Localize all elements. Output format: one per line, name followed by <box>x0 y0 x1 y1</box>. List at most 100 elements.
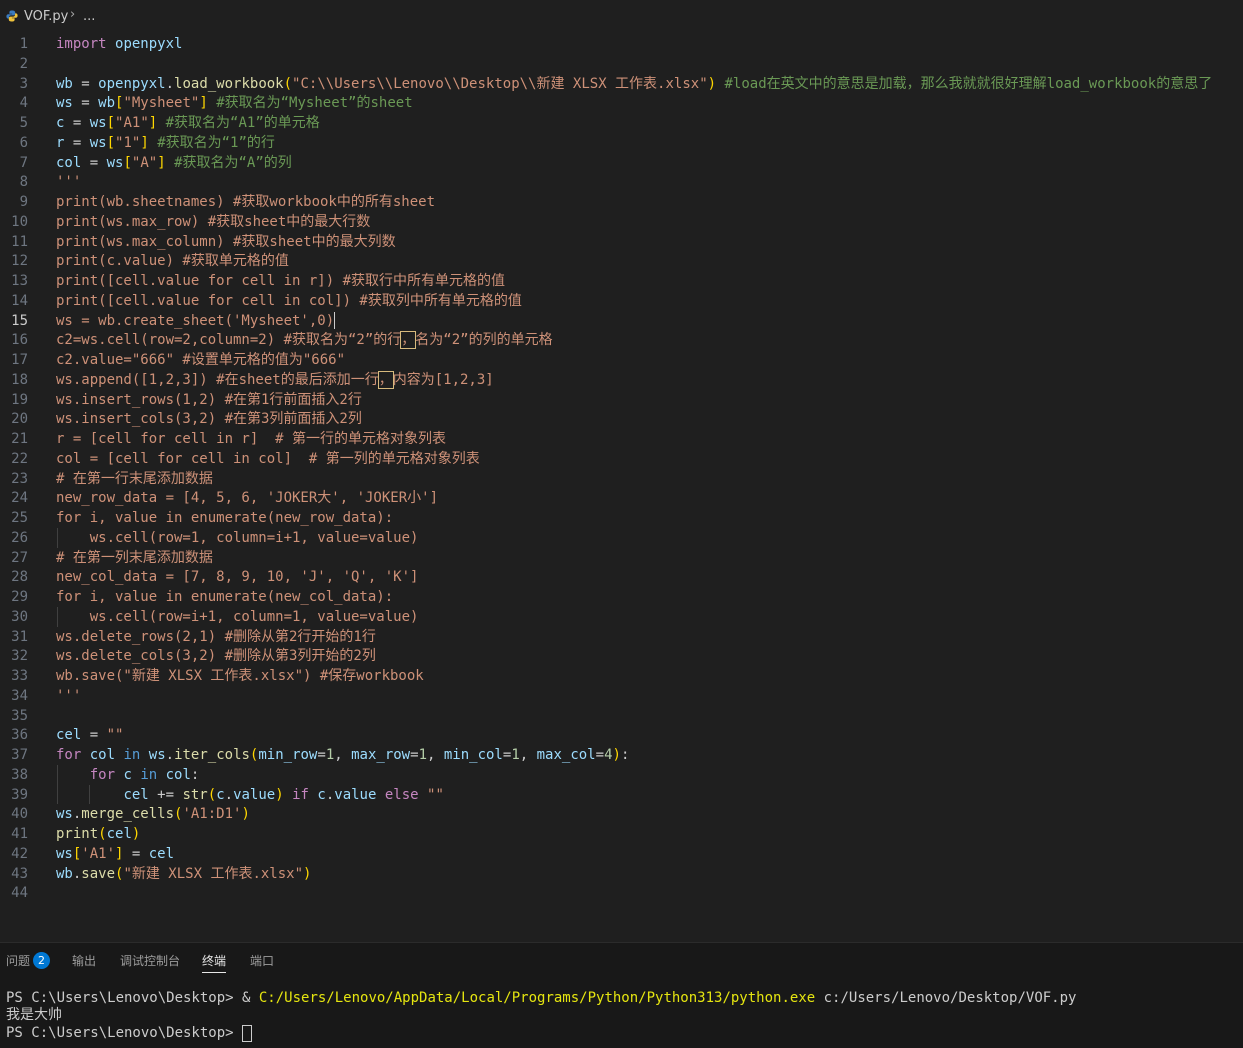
line-number: 5 <box>19 115 28 131</box>
code-token: = <box>64 134 90 151</box>
code-line[interactable]: 13 print([cell.value for cell in r]) #获取行… <box>0 271 1243 291</box>
code-text: ''' <box>56 686 81 706</box>
breadcrumb-more[interactable]: ... <box>83 9 95 24</box>
code-text: c2=ws.cell(row=2,column=2) #获取名为“2”的行，名为… <box>56 330 553 350</box>
code-line[interactable]: 44 <box>0 883 1243 903</box>
code-line[interactable]: 29 for i, value in enumerate(new_col_data… <box>0 587 1243 607</box>
code-token: print([cell.value for cell in col]) #获取列… <box>56 292 522 309</box>
code-line[interactable]: 12 print(c.value) #获取单元格的值 <box>0 251 1243 271</box>
code-line[interactable]: 41 print(cel) <box>0 824 1243 844</box>
line-number: 36 <box>11 727 28 744</box>
code-line[interactable]: 43 wb.save("新建 XLSX 工作表.xlsx") <box>0 864 1243 884</box>
code-line[interactable]: 11 print(ws.max_column) #获取sheet中的最大列数 <box>0 232 1243 252</box>
code-token: max_col <box>536 747 596 763</box>
code-line[interactable]: 5 c = ws["A1"] #获取名为“A1”的单元格 <box>0 113 1243 133</box>
code-token: c2=ws.cell(row=2,column=2) #获取名为“2”的行 <box>56 332 402 349</box>
code-line[interactable]: 14 print([cell.value for cell in col]) #获… <box>0 291 1243 311</box>
line-number: 22 <box>11 450 28 467</box>
tab-output[interactable]: 输出 <box>72 952 96 969</box>
code-line[interactable]: 2 <box>0 54 1243 74</box>
code-token: ws.delete_cols(3,2) #删除从第3列开始的2列 <box>56 648 376 665</box>
code-token: "" <box>106 727 124 744</box>
tab-terminal[interactable]: 终端 <box>202 952 227 973</box>
code-line[interactable]: 10 print(ws.max_row) #获取sheet中的最大行数 <box>0 212 1243 232</box>
code-token: ] <box>199 95 208 112</box>
code-line[interactable]: 19 ws.insert_rows(1,2) #在第1行前面插入2行 <box>0 390 1243 410</box>
tab-ports[interactable]: 端口 <box>250 952 274 969</box>
code-line[interactable]: 23 # 在第一行末尾添加数据 <box>0 469 1243 489</box>
code-line[interactable]: 6 r = ws["1"] #获取名为“1”的行 <box>0 133 1243 153</box>
tab-debug-console[interactable]: 调试控制台 <box>120 952 180 969</box>
code-line[interactable]: 31 ws.delete_rows(2,1) #删除从第2行开始的1行 <box>0 627 1243 647</box>
code-line[interactable]: 40 ws.merge_cells('A1:D1') <box>0 804 1243 824</box>
code-token: c <box>317 786 326 803</box>
code-line[interactable]: 1 import openpyxl <box>0 34 1243 54</box>
terminal-line-3[interactable]: PS C:\Users\Lenovo\Desktop> <box>6 1024 253 1042</box>
tab-problems[interactable]: 问题 <box>6 952 30 969</box>
tab-label: 调试控制台 <box>120 954 181 968</box>
code-text: wb.save("新建 XLSX 工作表.xlsx") #保存workbook <box>56 666 424 686</box>
code-line[interactable]: 36 cel = "" <box>0 725 1243 745</box>
line-number: 14 <box>11 292 28 309</box>
line-number: 2 <box>19 55 28 72</box>
line-number: 33 <box>11 668 28 684</box>
code-text: ws = wb.create_sheet('Mysheet',0) <box>56 311 336 331</box>
code-line[interactable]: 30 ws.cell(row=i+1, column=1, value=valu… <box>0 607 1243 627</box>
code-token: = <box>595 747 605 763</box>
code-text: ws['A1'] = cel <box>56 844 174 864</box>
code-text: col = [cell for cell in col] # 第一列的单元格对象… <box>56 449 480 469</box>
code-line[interactable]: 34 ''' <box>0 686 1243 706</box>
code-token: ] <box>148 115 158 131</box>
code-line[interactable]: 3 wb = openpyxl.load_workbook("C:\\Users\… <box>0 74 1243 94</box>
code-line[interactable]: 22 col = [cell for cell in col] # 第一列的单元格… <box>0 449 1243 469</box>
code-token: ) <box>131 826 141 842</box>
code-line[interactable]: 21 r = [cell for cell in r] # 第一行的单元格对象列表 <box>0 429 1243 449</box>
code-token: openpyxl <box>115 36 183 52</box>
chevron-right-icon: › <box>70 7 76 22</box>
code-line[interactable]: 37 for col in ws.iter_cols(min_row=1, max… <box>0 745 1243 765</box>
code-token: ) <box>707 75 717 92</box>
code-line[interactable]: 39 cel += str(c.value) if c.value else "… <box>0 785 1243 805</box>
python-file-icon <box>6 10 18 22</box>
code-line[interactable]: 7 col = ws["A"] #获取名为“A”的列 <box>0 153 1243 173</box>
code-line[interactable]: 9 print(wb.sheetnames) #获取workbook中的所有she… <box>0 192 1243 212</box>
code-token: else <box>384 786 419 803</box>
code-token: #获取名为“1”的行 <box>157 134 275 151</box>
code-text: # 在第一行末尾添加数据 <box>56 469 213 489</box>
code-line[interactable]: 38 for c in col: <box>0 765 1243 785</box>
code-line[interactable]: 32 ws.delete_cols(3,2) #删除从第3列开始的2列 <box>0 646 1243 666</box>
line-number: 32 <box>11 648 28 665</box>
code-token: wb <box>56 75 73 92</box>
terminal-prompt: PS C:\Users\Lenovo\Desktop> <box>6 990 243 1006</box>
breadcrumb-file[interactable]: VOF.py <box>24 9 68 24</box>
code-token: ， <box>400 331 417 350</box>
code-line[interactable]: 16 c2=ws.cell(row=2,column=2) #获取名为“2”的行，… <box>0 330 1243 350</box>
code-text: ws.insert_cols(3,2) #在第3列前面插入2列 <box>56 409 362 429</box>
code-line[interactable]: 35 <box>0 706 1243 726</box>
code-line[interactable]: 24 new_row_data = [4, 5, 6, 'JOKER大', 'JO… <box>0 488 1243 508</box>
code-line[interactable]: 20 ws.insert_cols(3,2) #在第3列前面插入2列 <box>0 409 1243 429</box>
code-line[interactable]: 15 ws = wb.create_sheet('Mysheet',0) <box>0 311 1243 331</box>
code-line[interactable]: 33 wb.save("新建 XLSX 工作表.xlsx") #保存workboo… <box>0 666 1243 686</box>
code-line[interactable]: 42 ws['A1'] = cel <box>0 844 1243 864</box>
code-token: wb <box>98 95 116 112</box>
line-number: 21 <box>11 431 28 447</box>
code-line[interactable]: 4 ws = wb["Mysheet"] #获取名为“Mysheet”的sheet <box>0 93 1243 113</box>
tab-label: 终端 <box>202 954 227 968</box>
code-line[interactable]: 28 new_col_data = [7, 8, 9, 10, 'J', 'Q',… <box>0 567 1243 587</box>
code-token: : <box>620 747 630 763</box>
code-line[interactable]: 27 # 在第一列末尾添加数据 <box>0 548 1243 568</box>
code-text: wb = openpyxl.load_workbook("C:\\Users\\… <box>56 74 1212 94</box>
code-line[interactable]: 8 ''' <box>0 172 1243 192</box>
code-editor[interactable]: 1 import openpyxl 2 3 wb = openpyxl.load_wor… <box>0 34 1243 942</box>
code-line[interactable]: 25 for i, value in enumerate(new_row_data… <box>0 508 1243 528</box>
code-token: 名为“2”的列的单元格 <box>415 332 553 349</box>
code-token: ( <box>207 786 217 803</box>
code-line[interactable]: 18 ws.append([1,2,3]) #在sheet的最后添加一行，内容为[… <box>0 370 1243 390</box>
code-line[interactable]: 17 c2.value="666" #设置单元格的值为"666" <box>0 350 1243 370</box>
code-line[interactable]: 26 ws.cell(row=1, column=i+1, value=valu… <box>0 528 1243 548</box>
